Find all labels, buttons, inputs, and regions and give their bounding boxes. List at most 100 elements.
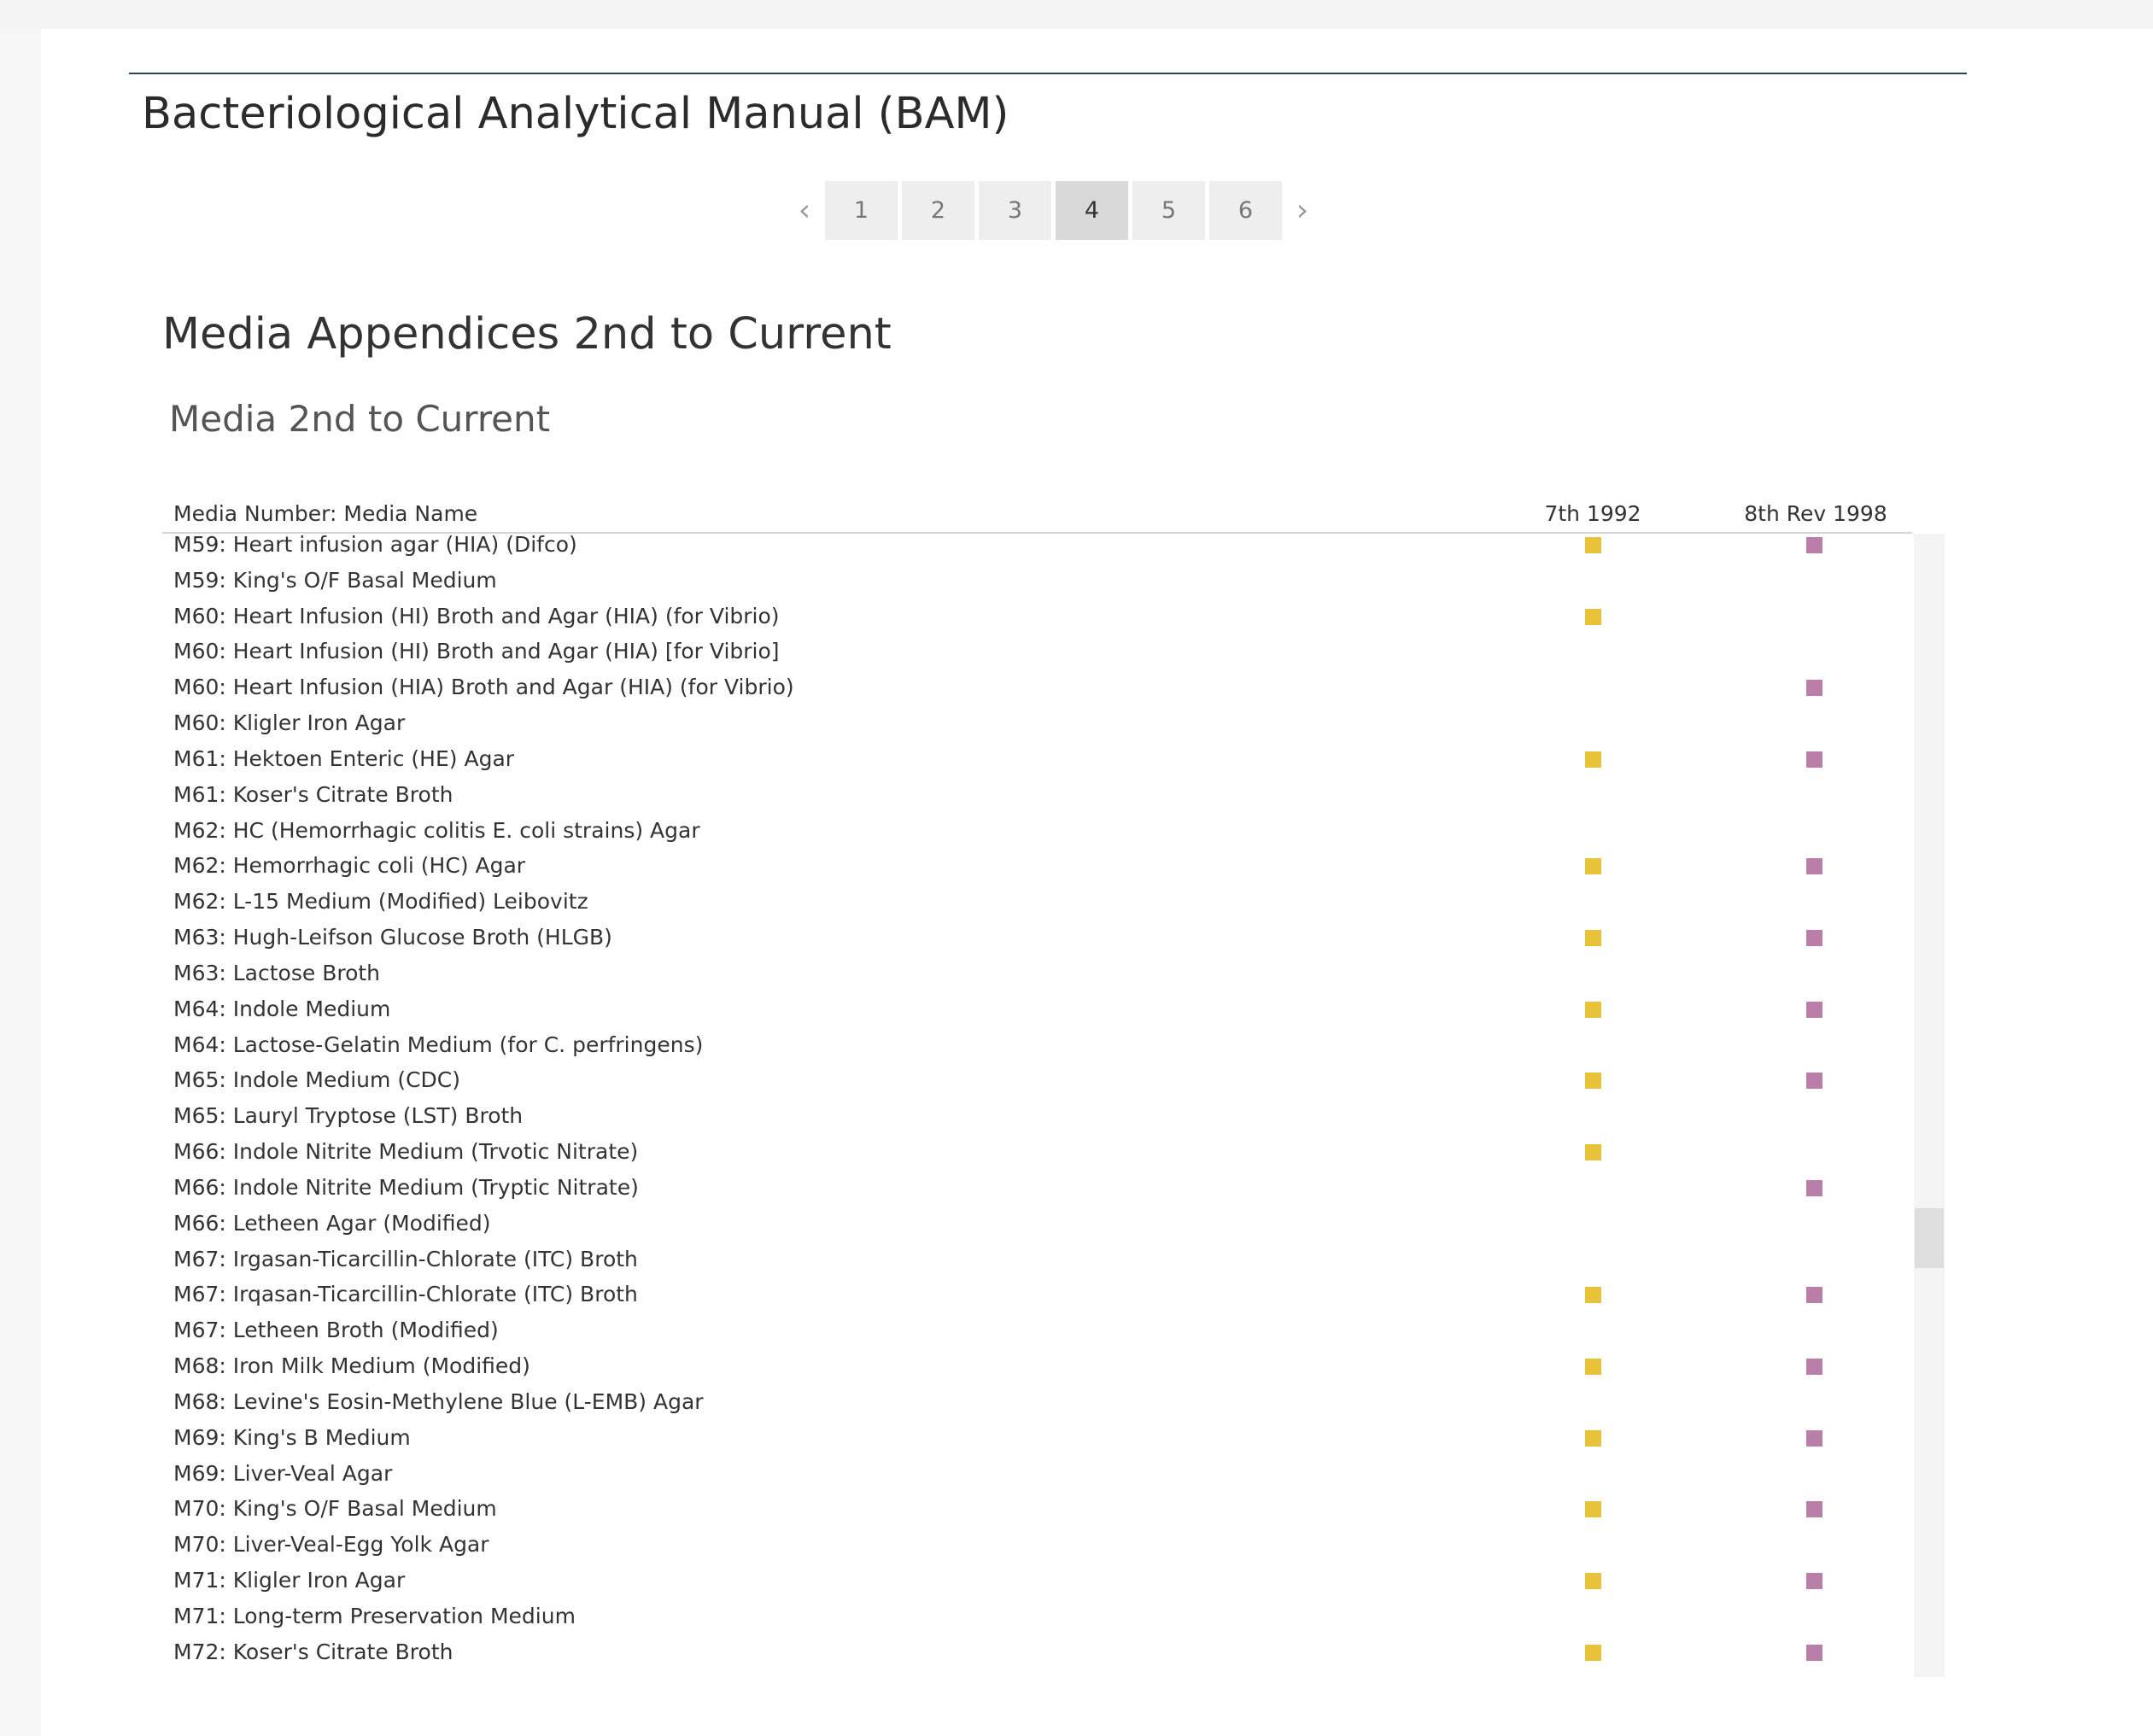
table-row[interactable]: M63: Hugh-Leifson Glucose Broth (HLGB) <box>162 926 1912 962</box>
table-row[interactable]: M60: Heart Infusion (HIA) Broth and Agar… <box>162 676 1912 712</box>
media-name-cell: M70: Liver-Veal-Egg Yolk Agar <box>173 1532 489 1558</box>
table-row[interactable]: M62: L-15 Medium (Modified) Leibovitz <box>162 891 1912 926</box>
page-button-5[interactable]: 5 <box>1132 181 1205 240</box>
table-row[interactable]: M72: Koser's Citrate Broth <box>162 1639 1912 1677</box>
media-name-cell: M71: Long-term Preservation Medium <box>173 1603 576 1628</box>
media-name-cell: M62: L-15 Medium (Modified) Leibovitz <box>173 889 588 915</box>
column-header-8th-rev-1998[interactable]: 8th Rev 1998 <box>1739 501 1893 526</box>
mark-8th-rev-1998[interactable] <box>1806 1179 1822 1196</box>
mark-8th-rev-1998[interactable] <box>1806 1501 1822 1518</box>
table-row[interactable]: M62: HC (Hemorrhagic colitis E. coli str… <box>162 819 1912 856</box>
table-row[interactable]: M67: Irgasan-Ticarcillin-Chlorate (ITC) … <box>162 1248 1912 1284</box>
media-name-cell: M66: Indole Nitrite Medium (Tryptic Nitr… <box>173 1174 639 1200</box>
top-band <box>0 0 2153 29</box>
mark-7th-1992[interactable] <box>1585 751 1601 768</box>
media-name-cell: M60: Heart Infusion (HI) Broth and Agar … <box>173 603 780 628</box>
table-row[interactable]: M65: Lauryl Tryptose (LST) Broth <box>162 1105 1912 1141</box>
mark-7th-1992[interactable] <box>1585 1501 1601 1518</box>
media-name-cell: M66: Indole Nitrite Medium (Trvotic Nitr… <box>173 1139 639 1165</box>
media-name-cell: M64: Indole Medium <box>173 996 391 1021</box>
table-row[interactable]: M61: Koser's Citrate Broth <box>162 783 1912 820</box>
section-subtitle: Media 2nd to Current <box>169 398 551 440</box>
mark-7th-1992[interactable] <box>1585 537 1601 553</box>
media-name-cell: M61: Hektoen Enteric (HE) Agar <box>173 745 515 771</box>
mark-8th-rev-1998[interactable] <box>1806 858 1822 875</box>
media-name-cell: M67: Letheen Broth (Modified) <box>173 1318 499 1343</box>
page-button-4[interactable]: 4 <box>1056 181 1128 240</box>
table-row[interactable]: M60: Heart Infusion (HI) Broth and Agar … <box>162 640 1912 676</box>
media-name-cell: M65: Indole Medium (CDC) <box>173 1067 460 1093</box>
column-header-media-name[interactable]: Media Number: Media Name <box>173 501 477 526</box>
table-row[interactable]: M69: Liver-Veal Agar <box>162 1462 1912 1499</box>
chevron-right-icon[interactable]: › <box>1282 181 1323 240</box>
table-row[interactable]: M70: King's O/F Basal Medium <box>162 1498 1912 1534</box>
media-name-cell: M60: Heart Infusion (HI) Broth and Agar … <box>173 639 780 664</box>
mark-7th-1992[interactable] <box>1585 1359 1601 1376</box>
page-button-2[interactable]: 2 <box>902 181 974 240</box>
scrollbar-thumb[interactable] <box>1915 1208 1944 1268</box>
media-name-cell: M63: Lactose Broth <box>173 960 381 985</box>
media-name-cell: M59: King's O/F Basal Medium <box>173 567 497 593</box>
scrollbar-track[interactable] <box>1914 534 1945 1677</box>
media-name-cell: M65: Lauryl Tryptose (LST) Broth <box>173 1103 524 1129</box>
table-row[interactable]: M62: Hemorrhagic coli (HC) Agar <box>162 855 1912 891</box>
table-row[interactable]: M66: Indole Nitrite Medium (Trvotic Nitr… <box>162 1141 1912 1177</box>
mark-7th-1992[interactable] <box>1585 1287 1601 1304</box>
mark-7th-1992[interactable] <box>1585 1073 1601 1090</box>
media-name-cell: M68: Levine's Eosin-Methylene Blue (L-EM… <box>173 1388 704 1414</box>
table-row[interactable]: M67: Letheen Broth (Modified) <box>162 1319 1912 1355</box>
mark-7th-1992[interactable] <box>1585 930 1601 947</box>
table-row[interactable]: M59: King's O/F Basal Medium <box>162 567 1912 605</box>
app-title: Bacteriological Analytical Manual (BAM) <box>142 89 1009 139</box>
media-name-cell: M69: King's B Medium <box>173 1424 411 1450</box>
table-row[interactable]: M67: Irqasan-Ticarcillin-Chlorate (ITC) … <box>162 1283 1912 1319</box>
page-button-3[interactable]: 3 <box>979 181 1051 240</box>
page-button-6[interactable]: 6 <box>1209 181 1282 240</box>
mark-7th-1992[interactable] <box>1585 1144 1601 1161</box>
table-row[interactable]: M66: Letheen Agar (Modified) <box>162 1210 1912 1248</box>
mark-8th-rev-1998[interactable] <box>1806 1429 1822 1447</box>
page-button-1[interactable]: 1 <box>825 181 898 240</box>
table-row[interactable]: M68: Levine's Eosin-Methylene Blue (L-EM… <box>162 1388 1912 1427</box>
table-row[interactable]: M63: Lactose Broth <box>162 962 1912 998</box>
table-row[interactable]: M70: Liver-Veal-Egg Yolk Agar <box>162 1534 1912 1569</box>
table-row[interactable]: M61: Hektoen Enteric (HE) Agar <box>162 745 1912 784</box>
mark-7th-1992[interactable] <box>1585 1001 1601 1018</box>
media-table-body[interactable]: M59: Heart infusion agar (HIA) (Difco) M5… <box>162 534 1912 1677</box>
table-row[interactable]: M66: Indole Nitrite Medium (Tryptic Nitr… <box>162 1174 1912 1213</box>
column-header-7th-1992[interactable]: 7th 1992 <box>1537 501 1648 526</box>
table-row[interactable]: M60: Heart Infusion (HI) Broth and Agar … <box>162 605 1912 641</box>
mark-8th-rev-1998[interactable] <box>1806 1287 1822 1304</box>
mark-7th-1992[interactable] <box>1585 1644 1601 1661</box>
mark-7th-1992[interactable] <box>1585 858 1601 875</box>
table-row[interactable]: M68: Iron Milk Medium (Modified) <box>162 1355 1912 1391</box>
media-name-cell: M72: Koser's Citrate Broth <box>173 1639 453 1664</box>
table-row[interactable]: M64: Lactose-Gelatin Medium (for C. perf… <box>162 1033 1912 1070</box>
mark-8th-rev-1998[interactable] <box>1806 1573 1822 1590</box>
mark-8th-rev-1998[interactable] <box>1806 1644 1822 1661</box>
table-row[interactable]: M64: Indole Medium <box>162 996 1912 1034</box>
media-name-cell: M60: Heart Infusion (HIA) Broth and Agar… <box>173 675 794 700</box>
mark-8th-rev-1998[interactable] <box>1806 1359 1822 1376</box>
mark-7th-1992[interactable] <box>1585 608 1601 625</box>
mark-8th-rev-1998[interactable] <box>1806 930 1822 947</box>
mark-8th-rev-1998[interactable] <box>1806 1001 1822 1018</box>
mark-8th-rev-1998[interactable] <box>1806 751 1822 768</box>
table-row[interactable]: M65: Indole Medium (CDC) <box>162 1069 1912 1105</box>
mark-7th-1992[interactable] <box>1585 1573 1601 1590</box>
table-row[interactable]: M59: Heart infusion agar (HIA) (Difco) <box>162 534 1912 570</box>
media-name-cell: M67: Irgasan-Ticarcillin-Chlorate (ITC) … <box>173 1246 638 1271</box>
table-row[interactable]: M69: King's B Medium <box>162 1424 1912 1463</box>
media-name-cell: M66: Letheen Agar (Modified) <box>173 1210 491 1236</box>
table-row[interactable]: M60: Kligler Iron Agar <box>162 712 1912 748</box>
media-name-cell: M63: Hugh-Leifson Glucose Broth (HLGB) <box>173 925 612 950</box>
media-name-cell: M62: Hemorrhagic coli (HC) Agar <box>173 853 526 879</box>
mark-8th-rev-1998[interactable] <box>1806 1073 1822 1090</box>
mark-8th-rev-1998[interactable] <box>1806 537 1822 553</box>
mark-8th-rev-1998[interactable] <box>1806 680 1822 697</box>
mark-7th-1992[interactable] <box>1585 1429 1601 1447</box>
table-row[interactable]: M71: Kligler Iron Agar <box>162 1569 1912 1605</box>
table-row[interactable]: M71: Long-term Preservation Medium <box>162 1603 1912 1641</box>
media-name-cell: M68: Iron Milk Medium (Modified) <box>173 1353 530 1379</box>
chevron-left-icon[interactable]: ‹ <box>784 181 825 240</box>
